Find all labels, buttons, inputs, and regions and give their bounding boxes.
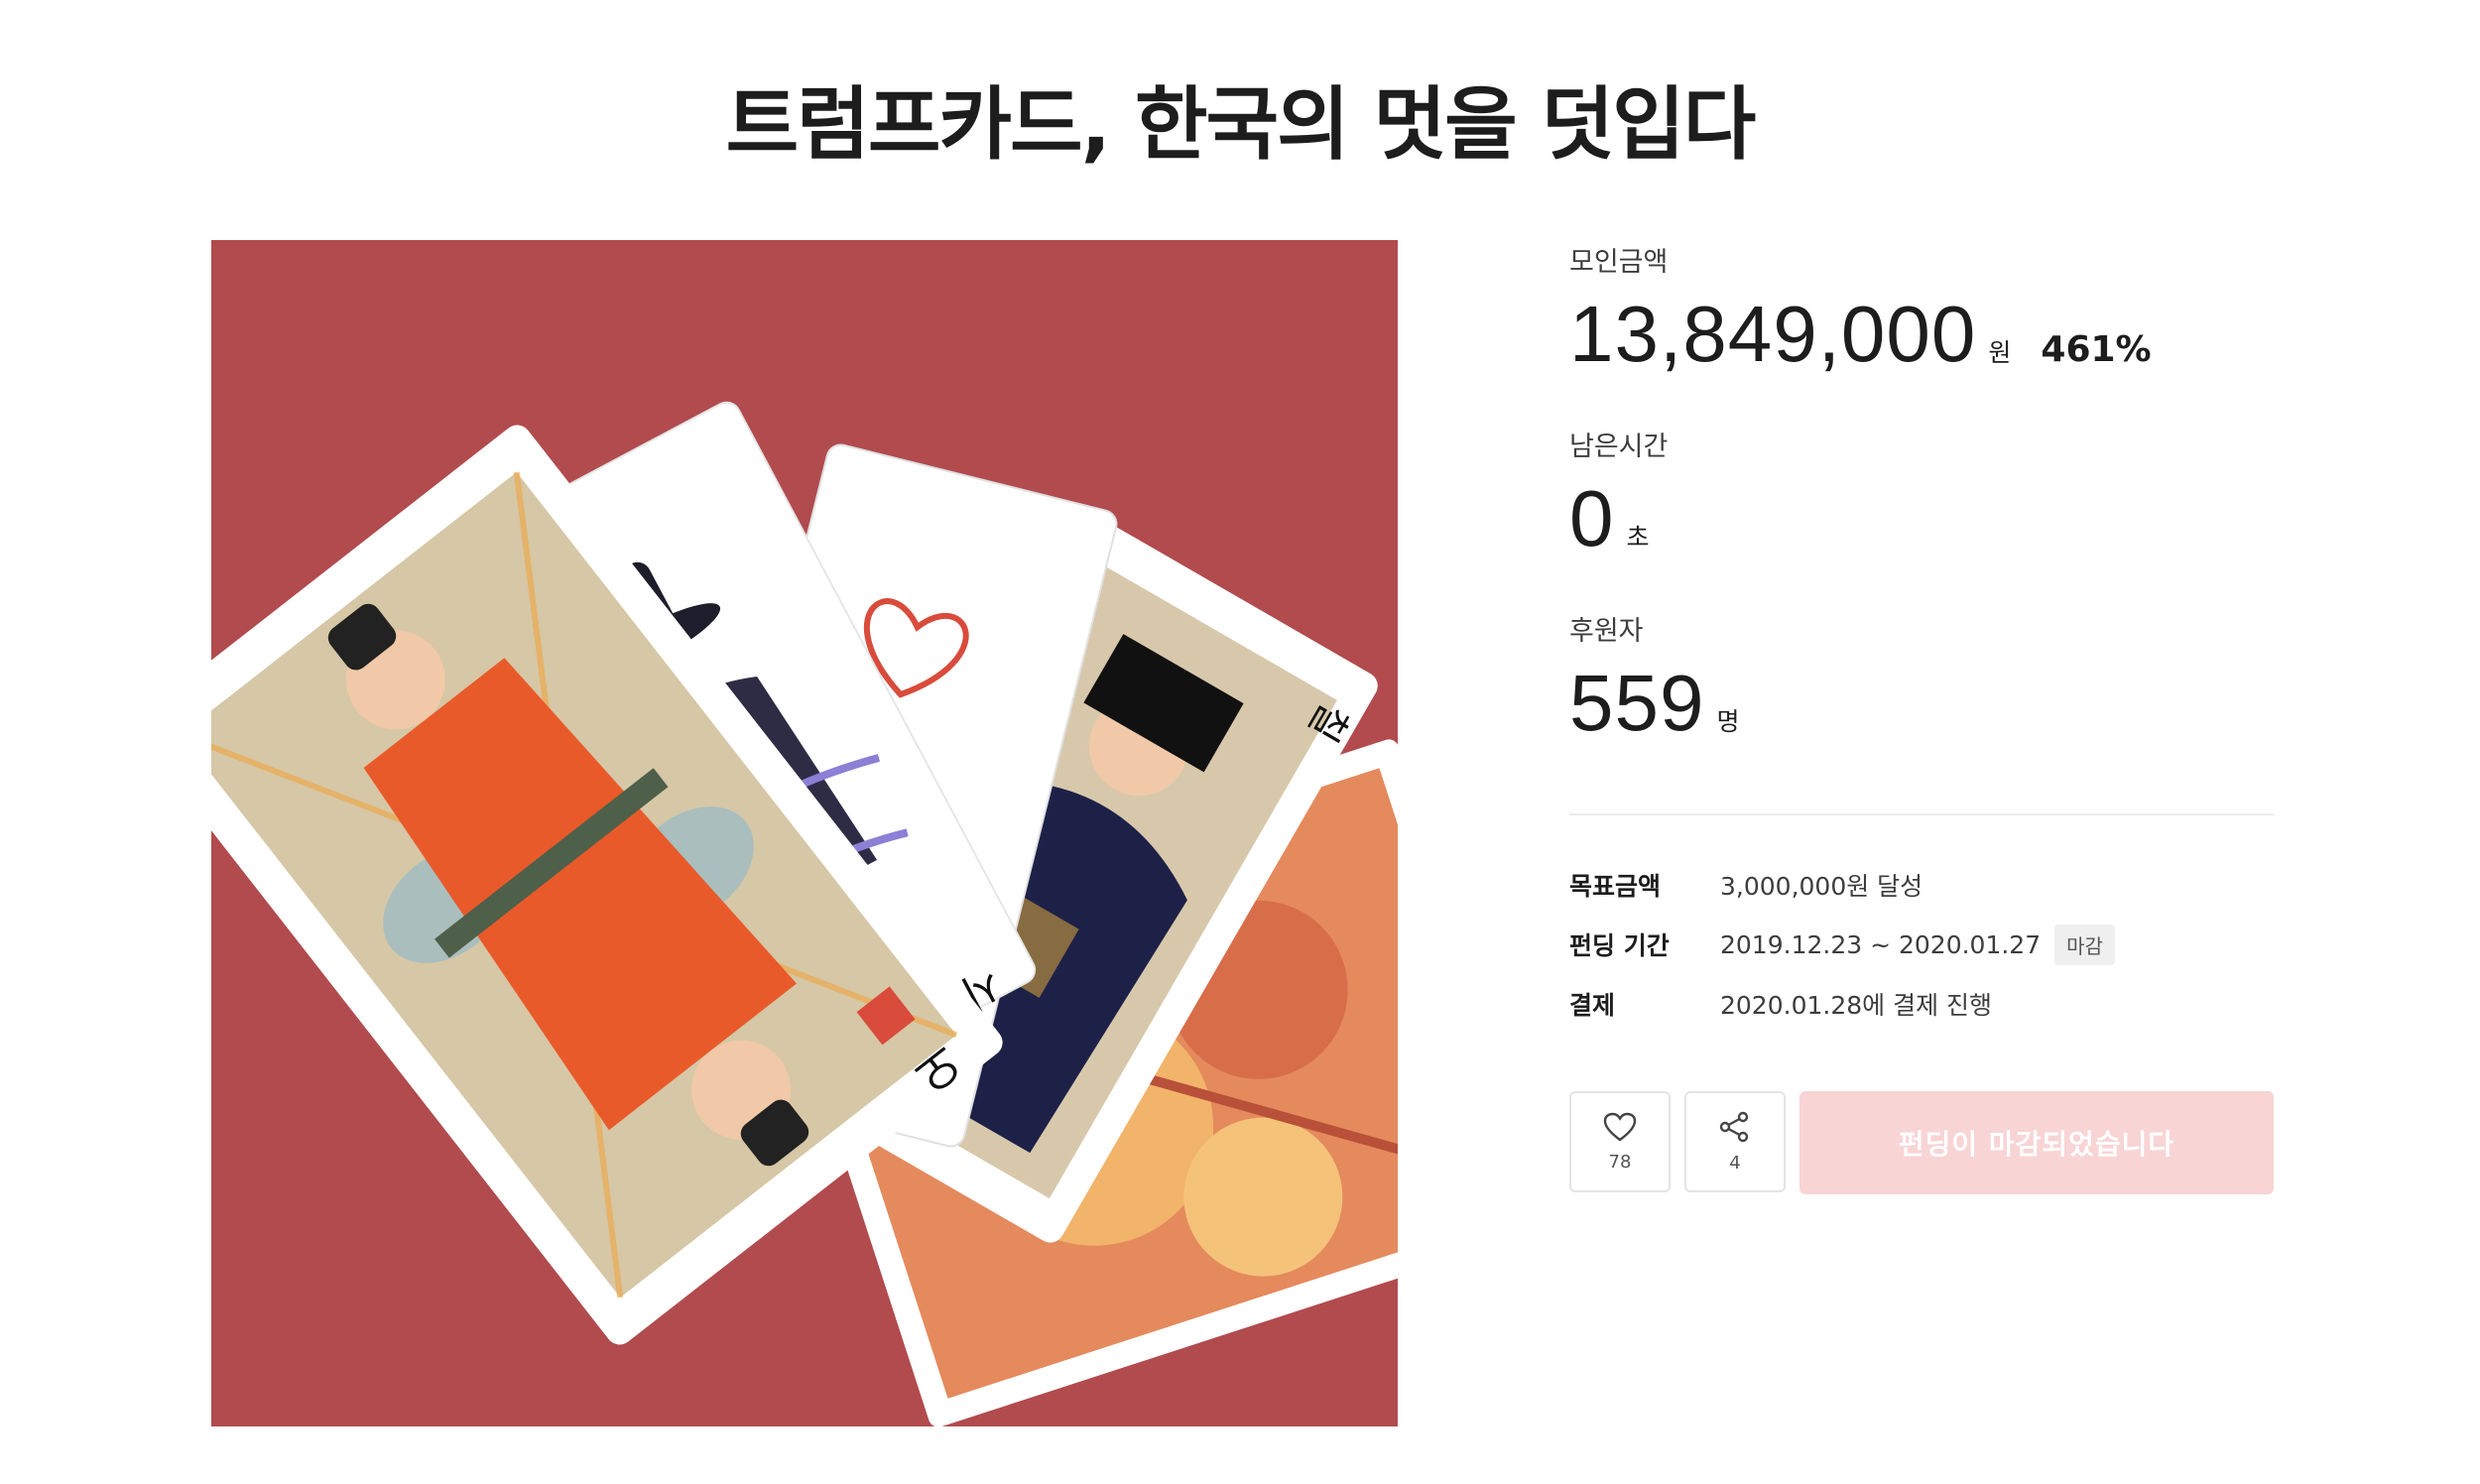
heart-icon: [1603, 1112, 1637, 1146]
detail-row-goal: 목표금액 3,000,000원 달성: [1569, 855, 2274, 915]
backers-value: 559: [1569, 659, 1705, 747]
raised-amount-value: 13,849,000: [1569, 290, 1977, 378]
share-button[interactable]: 4: [1684, 1091, 1786, 1192]
time-left-unit: 초: [1626, 523, 1650, 552]
detail-value: 3,000,000원 달성: [1720, 872, 1923, 901]
share-icon: [1719, 1111, 1751, 1147]
raised-amount-unit: 원: [1988, 338, 2012, 367]
like-count: 78: [1608, 1151, 1632, 1173]
detail-key: 목표금액: [1569, 872, 1662, 901]
funding-stats: 모인금액 13,849,000 원 461% 남은시간 0 초 후원자 559 …: [1569, 243, 2274, 797]
time-left-value: 0: [1569, 474, 1615, 562]
detail-row-period: 펀딩 기간 2019.12.23 ~ 2020.01.27 마감: [1569, 915, 2274, 974]
time-left-label: 남은시간: [1569, 432, 1669, 462]
action-bar: 78 4 펀딩이 마감되었습니다: [1569, 1091, 2274, 1194]
detail-value: 2019.12.23 ~ 2020.01.27: [1720, 929, 2042, 959]
detail-value: 2020.01.28에 결제 진행: [1720, 991, 1993, 1020]
backers-label: 후원자: [1569, 616, 1644, 647]
project-hero-image: 칠 팔 사: [211, 240, 1398, 1426]
divider: [1569, 813, 2274, 815]
detail-key: 결제: [1569, 991, 1616, 1020]
funding-percent: 461%: [2041, 329, 2152, 370]
raised-amount-block: 모인금액 13,849,000 원 461%: [1569, 243, 2274, 384]
status-badge: 마감: [2054, 924, 2115, 965]
page-title: 트럼프카드, 한국의 멋을 덧입다: [725, 77, 1757, 171]
backers-block: 후원자 559 명: [1569, 612, 2274, 753]
raised-amount-label: 모인금액: [1569, 247, 1669, 278]
playing-cards-illustration: 칠 팔 사: [211, 401, 1398, 1426]
backers-unit: 명: [1716, 707, 1740, 736]
funding-details: 목표금액 3,000,000원 달성 펀딩 기간 2019.12.23 ~ 20…: [1569, 855, 2274, 1034]
time-left-block: 남은시간 0 초: [1569, 428, 2274, 568]
detail-row-payment: 결제 2020.01.28에 결제 진행: [1569, 974, 2274, 1034]
share-count: 4: [1729, 1152, 1741, 1174]
like-button[interactable]: 78: [1569, 1091, 1671, 1192]
detail-key: 펀딩 기간: [1569, 931, 1670, 960]
funding-closed-button[interactable]: 펀딩이 마감되었습니다: [1799, 1091, 2274, 1194]
